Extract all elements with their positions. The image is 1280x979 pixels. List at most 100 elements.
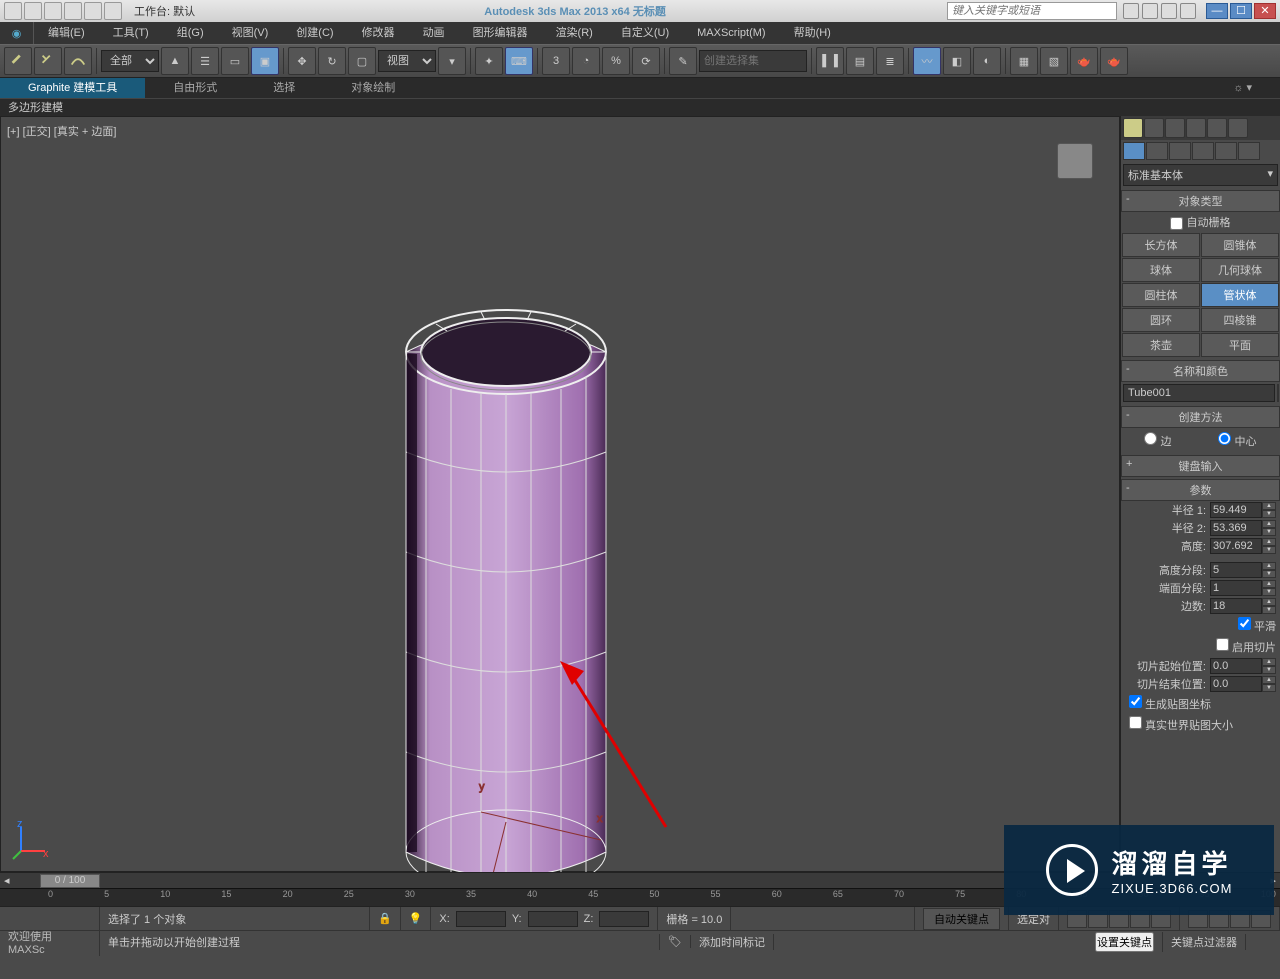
sides-spinner[interactable] — [1210, 598, 1262, 614]
tab-utilities-icon[interactable] — [1238, 142, 1260, 160]
menu-modifiers[interactable]: 修改器 — [348, 22, 409, 44]
qat-redo-icon[interactable] — [84, 2, 102, 20]
minimize-button[interactable]: — — [1206, 3, 1228, 19]
snap-toggle-icon[interactable]: 3 — [542, 47, 570, 75]
btn-geosphere[interactable]: 几何球体 — [1201, 258, 1279, 282]
pivot-icon[interactable]: ▾ — [438, 47, 466, 75]
menu-group[interactable]: 组(G) — [163, 22, 218, 44]
menu-animation[interactable]: 动画 — [409, 22, 459, 44]
unlink-icon[interactable] — [34, 47, 62, 75]
light-icon[interactable] — [1123, 118, 1143, 138]
radius1-spinner[interactable] — [1210, 502, 1262, 518]
app-menu-icon[interactable]: ◉ — [0, 22, 34, 44]
select-icon[interactable]: ▲ — [161, 47, 189, 75]
material-editor-icon[interactable]: ◐ — [973, 47, 1001, 75]
window-crossing-icon[interactable]: ▣ — [251, 47, 279, 75]
menu-view[interactable]: 视图(V) — [218, 22, 283, 44]
btn-pyramid[interactable]: 四棱锥 — [1201, 308, 1279, 332]
rendered-frame-icon[interactable]: ▧ — [1040, 47, 1068, 75]
object-name-input[interactable] — [1123, 384, 1275, 402]
btn-cone[interactable]: 圆锥体 — [1201, 233, 1279, 257]
menu-edit[interactable]: 编辑(E) — [34, 22, 99, 44]
menu-help[interactable]: 帮助(H) — [780, 22, 845, 44]
viewport[interactable]: [+] [正交] [真实 + 边面] — [0, 116, 1120, 872]
render-setup-icon[interactable]: ▦ — [1010, 47, 1038, 75]
named-selection-set[interactable] — [699, 50, 807, 72]
keyboard-shortcut-icon[interactable]: ⌨ — [505, 47, 533, 75]
angle-snap-icon[interactable]: ◔ — [572, 47, 600, 75]
color-swatch[interactable] — [1277, 384, 1279, 402]
move-icon[interactable]: ✥ — [288, 47, 316, 75]
menu-maxscript[interactable]: MAXScript(M) — [683, 22, 779, 44]
radio-edge[interactable]: 边 — [1144, 432, 1171, 449]
close-button[interactable]: ✕ — [1254, 3, 1276, 19]
menu-rendering[interactable]: 渲染(R) — [542, 22, 607, 44]
real-world-checkbox[interactable] — [1129, 716, 1142, 729]
qat-open-icon[interactable] — [24, 2, 42, 20]
menu-create[interactable]: 创建(C) — [282, 22, 347, 44]
viewcube[interactable] — [1045, 131, 1105, 191]
shade4-icon[interactable] — [1207, 118, 1227, 138]
qat-link-icon[interactable] — [104, 2, 122, 20]
manipulate-icon[interactable]: ✦ — [475, 47, 503, 75]
scale-icon[interactable]: ▢ — [348, 47, 376, 75]
render-icon[interactable]: 🫖 — [1070, 47, 1098, 75]
help-icon[interactable] — [1180, 3, 1196, 19]
btn-sphere[interactable]: 球体 — [1122, 258, 1200, 282]
y-input[interactable] — [528, 911, 578, 927]
x-input[interactable] — [456, 911, 506, 927]
viewport-label[interactable]: [+] [正交] [真实 + 边面] — [7, 123, 116, 139]
bind-icon[interactable] — [64, 47, 92, 75]
qat-save-icon[interactable] — [44, 2, 62, 20]
help-search-input[interactable] — [947, 2, 1117, 20]
tab-create-icon[interactable] — [1123, 142, 1145, 160]
toolbox-icon[interactable] — [1123, 3, 1139, 19]
btn-teapot[interactable]: 茶壶 — [1122, 333, 1200, 357]
tab-display-icon[interactable] — [1215, 142, 1237, 160]
shade2-icon[interactable] — [1165, 118, 1185, 138]
setkey-button[interactable]: 设置关键点 — [1095, 932, 1154, 952]
selection-filter[interactable]: 全部 — [101, 50, 159, 72]
time-slider-handle[interactable]: 0 / 100 — [40, 874, 100, 888]
rollout-keyboard-entry[interactable]: +键盘输入 — [1121, 455, 1280, 477]
cap-segs-spinner[interactable] — [1210, 580, 1262, 596]
render-prod-icon[interactable]: 🫖 — [1100, 47, 1128, 75]
height-spinner[interactable] — [1210, 538, 1262, 554]
ref-coord-system[interactable]: 视图 — [378, 50, 436, 72]
slice-from-spinner[interactable] — [1210, 658, 1262, 674]
rollout-parameters[interactable]: -参数 — [1121, 479, 1280, 501]
tab-freeform[interactable]: 自由形式 — [145, 78, 245, 98]
spinner-snap-icon[interactable]: ⟳ — [632, 47, 660, 75]
tag-icon[interactable]: 🏷 — [660, 935, 691, 948]
tab-graphite[interactable]: Graphite 建模工具 — [0, 78, 145, 98]
schematic-view-icon[interactable]: ◧ — [943, 47, 971, 75]
btn-plane[interactable]: 平面 — [1201, 333, 1279, 357]
rect-region-icon[interactable]: ▭ — [221, 47, 249, 75]
down-icon[interactable]: ▼ — [1262, 510, 1276, 518]
rotate-icon[interactable]: ↻ — [318, 47, 346, 75]
shade1-icon[interactable] — [1144, 118, 1164, 138]
height-segs-spinner[interactable] — [1210, 562, 1262, 578]
btn-tube[interactable]: 管状体 — [1201, 283, 1279, 307]
shade3-icon[interactable] — [1186, 118, 1206, 138]
align-icon[interactable]: ▤ — [846, 47, 874, 75]
radius2-spinner[interactable] — [1210, 520, 1262, 536]
gen-uv-checkbox[interactable] — [1129, 695, 1142, 708]
z-input[interactable] — [599, 911, 649, 927]
exchange-icon[interactable] — [1142, 3, 1158, 19]
menu-tools[interactable]: 工具(T) — [99, 22, 163, 44]
favorite-icon[interactable] — [1161, 3, 1177, 19]
tab-modify-icon[interactable] — [1146, 142, 1168, 160]
btn-cylinder[interactable]: 圆柱体 — [1122, 283, 1200, 307]
select-name-icon[interactable]: ☰ — [191, 47, 219, 75]
autogrid-checkbox[interactable] — [1170, 217, 1183, 230]
workspace-selector[interactable]: 工作台: 默认 — [126, 3, 203, 19]
qat-undo-icon[interactable] — [64, 2, 82, 20]
ribbon-toggle-icon[interactable]: ☼ ▾ — [1205, 78, 1280, 98]
category-dropdown[interactable]: 标准基本体▾ — [1123, 164, 1278, 186]
rollout-object-type[interactable]: -对象类型 — [1121, 190, 1280, 212]
shade5-icon[interactable] — [1228, 118, 1248, 138]
qat-new-icon[interactable] — [4, 2, 22, 20]
btn-torus[interactable]: 圆环 — [1122, 308, 1200, 332]
smooth-checkbox[interactable] — [1238, 617, 1251, 630]
